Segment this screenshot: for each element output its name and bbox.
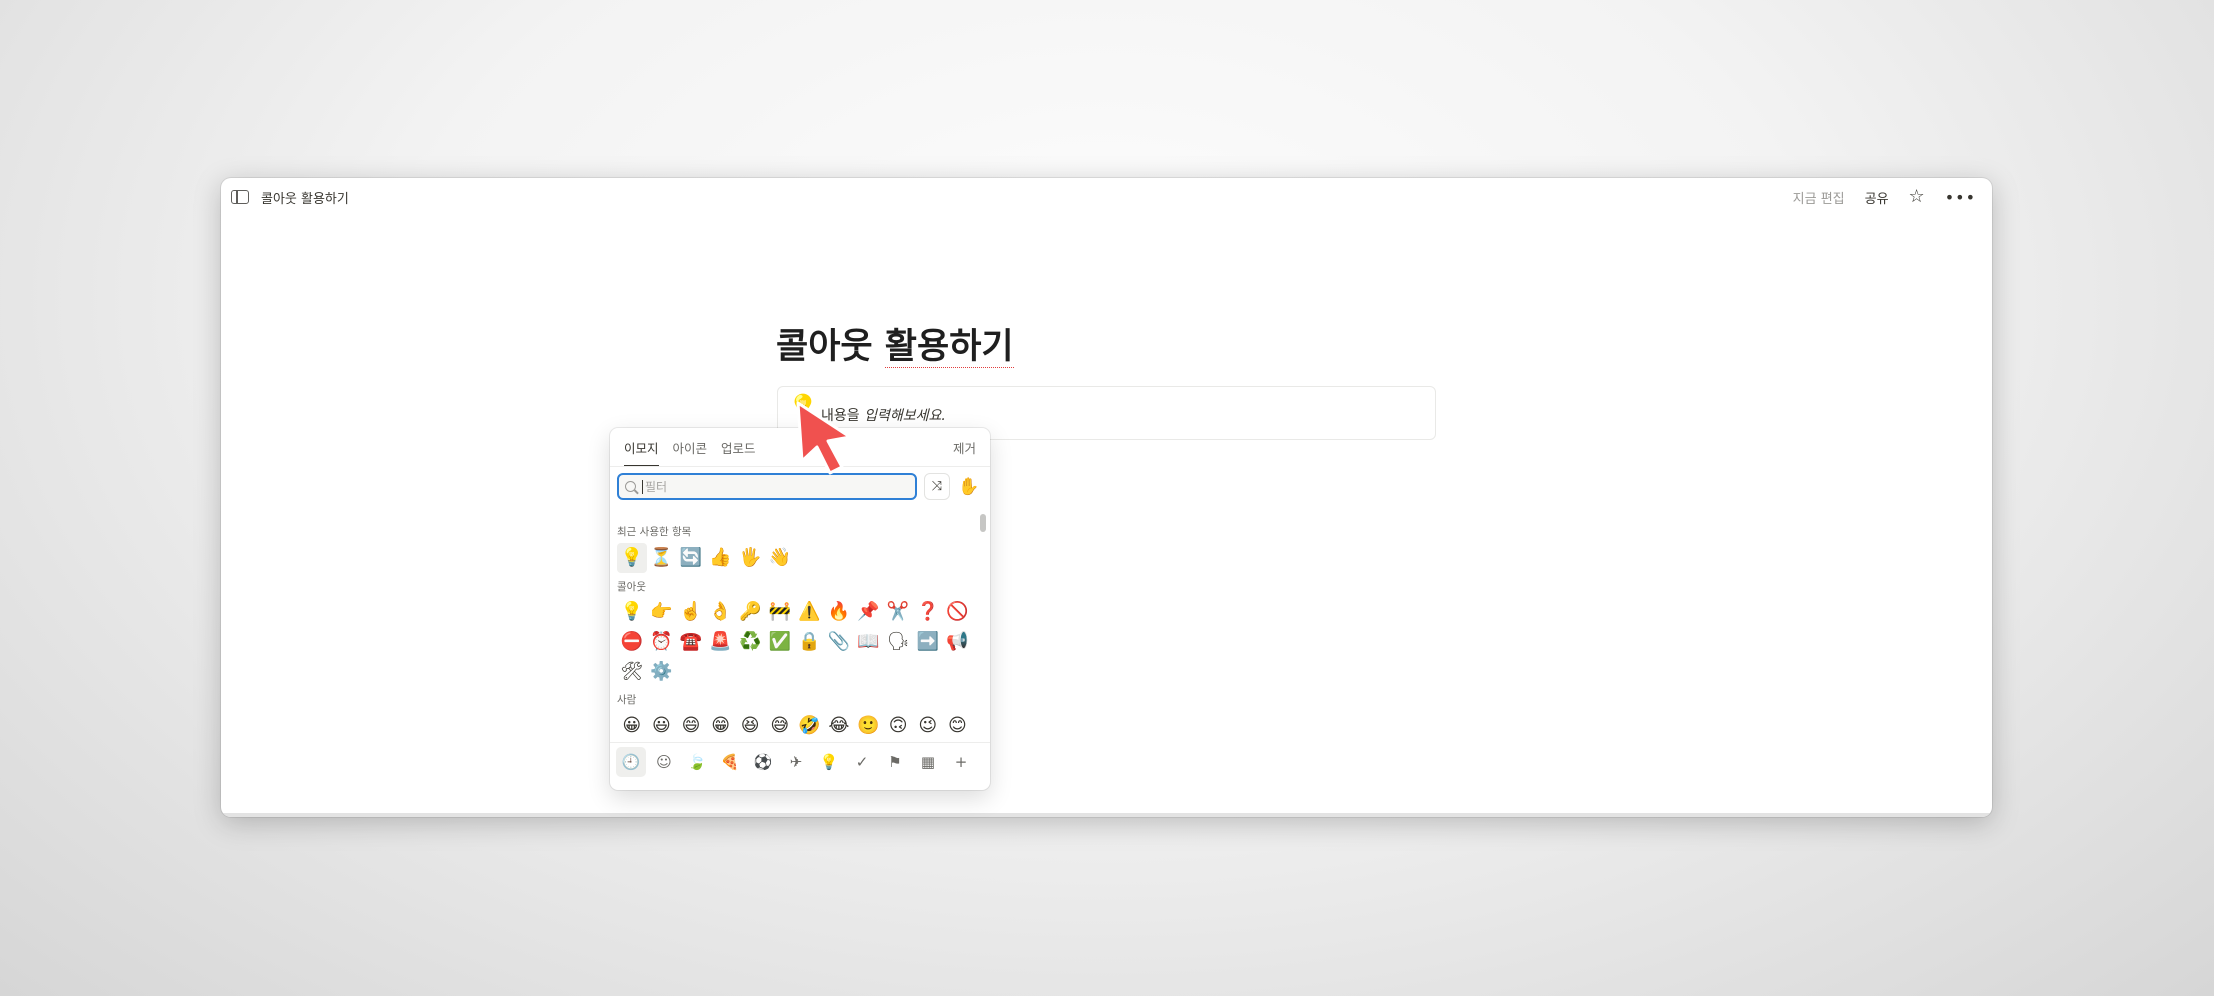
emoji-option[interactable]: 😆 [735, 711, 765, 740]
category-nature-icon[interactable]: 🍃 [682, 747, 712, 777]
emoji-option[interactable]: ♻️ [735, 627, 765, 657]
emoji-row-people: 😀 😃 😄 😁 😆 😅 🤣 😂 🙂 🙃 😉 😊 [617, 711, 977, 740]
emoji-option[interactable]: 👉 [647, 598, 677, 628]
share-button[interactable]: 공유 [1865, 188, 1889, 207]
emoji-option[interactable]: 💡 [617, 598, 647, 628]
emoji-option[interactable]: 😁 [706, 711, 736, 740]
callout-text-plain: 내용을 [821, 408, 865, 424]
category-food-icon[interactable]: 🍕 [715, 747, 745, 777]
filter-input[interactable] [642, 479, 882, 494]
emoji-option[interactable]: 💡 [617, 543, 647, 573]
category-symbols-icon[interactable]: ✓ [847, 747, 877, 777]
breadcrumb[interactable]: 콜아웃 활용하기 [261, 188, 349, 207]
category-flags-icon[interactable]: ⚑ [880, 747, 910, 777]
topbar: 콜아웃 활용하기 지금 편집 공유 ☆ ••• [221, 178, 1992, 216]
page-title[interactable]: 콜아웃 활용하기 [776, 318, 1014, 369]
emoji-option[interactable]: 📌 [854, 598, 884, 628]
star-icon[interactable]: ☆ [1909, 188, 1925, 206]
edited-status: 지금 편집 [1792, 191, 1845, 207]
emoji-option[interactable]: 😉 [913, 711, 943, 740]
search-icon [625, 481, 636, 492]
shuffle-button[interactable]: ⤨ [924, 473, 950, 500]
picker-tabs: 이모지 아이콘 업로드 [624, 438, 756, 467]
divider [610, 742, 990, 743]
emoji-option[interactable]: ✂️ [883, 598, 913, 628]
emoji-option[interactable]: ⚠️ [795, 598, 825, 628]
emoji-row-recent: 💡 ⏳ 🔄 👍 🖐 👋 [617, 543, 977, 573]
emoji-option[interactable]: ⛔ [617, 627, 647, 657]
emoji-option[interactable]: ⏳ [647, 543, 677, 573]
emoji-option[interactable]: ⏰ [647, 627, 677, 657]
category-recent-icon[interactable]: 🕘 [616, 747, 646, 777]
section-label-recent: 최근 사용한 항목 [617, 526, 692, 538]
emoji-option[interactable]: 🔒 [795, 627, 825, 657]
emoji-option[interactable]: 😃 [647, 711, 677, 740]
emoji-row-callout: 💡 👉 ☝️ 👌 🔑 🚧 ⚠️ 🔥 📌 ✂️ ❓ 🚫 ⛔ ⏰ ☎️ 🚨 ♻️ ✅ 🔒 📎 📖 🗣 ➡️ 📢 🛠 ⚙️ [617, 598, 977, 687]
category-add-icon[interactable]: + [946, 747, 976, 777]
emoji-option[interactable]: 😀 [617, 711, 647, 740]
page-title-misspelled-word: 활용하기 [884, 327, 1014, 368]
callout-text[interactable]: 내용을 입력해보세요. [821, 405, 946, 425]
emoji-option[interactable]: 🔑 [735, 598, 765, 628]
emoji-option[interactable]: 🖐 [735, 543, 765, 573]
emoji-option[interactable]: 🛠 [617, 657, 647, 687]
emoji-option[interactable]: 🙃 [883, 711, 913, 740]
tab-upload[interactable]: 업로드 [721, 438, 756, 467]
emoji-picker: 이모지 아이콘 업로드 제거 ⤨ ✋ 최근 사용한 항목 💡⏳🔄👍🖐👋 콜아웃 … [610, 428, 990, 790]
emoji-option[interactable]: ➡️ [913, 627, 943, 657]
emoji-option[interactable]: 👌 [706, 598, 736, 628]
callout-lightbulb-icon[interactable]: 💡 [788, 395, 818, 419]
emoji-option[interactable]: ✅ [765, 627, 795, 657]
category-objects-icon[interactable]: 💡 [814, 747, 844, 777]
divider [610, 466, 990, 467]
tab-emoji[interactable]: 이모지 [624, 438, 659, 467]
filter-field[interactable] [617, 473, 917, 500]
app-window: 콜아웃 활용하기 지금 편집 공유 ☆ ••• [221, 178, 1992, 817]
category-activity-icon[interactable]: ⚽ [748, 747, 778, 777]
emoji-option[interactable]: 🙂 [854, 711, 884, 740]
skin-tone-button[interactable]: ✋ [956, 473, 982, 500]
more-icon[interactable]: ••• [1945, 188, 1976, 207]
emoji-grid: 최근 사용한 항목 💡 ⏳ 🔄 👍 🖐 👋 콜아웃 💡 👉 ☝️ 👌 🔑 🚧 ⚠️ 🔥 📌 ✂️ ❓ 🚫 ⛔ ⏰ ☎️… [617, 518, 977, 740]
topbar-actions: 지금 편집 공유 ☆ ••• [1793, 188, 1982, 207]
sidebar-toggle-icon[interactable] [231, 190, 249, 204]
emoji-option[interactable]: 🚨 [706, 627, 736, 657]
emoji-option[interactable]: 🤣 [795, 711, 825, 740]
emoji-option[interactable]: ☎️ [676, 627, 706, 657]
emoji-option[interactable]: 🚫 [943, 598, 973, 628]
emoji-option[interactable]: 📎 [824, 627, 854, 657]
emoji-option[interactable]: 👋 [765, 543, 795, 573]
emoji-option[interactable]: 😂 [824, 711, 854, 740]
section-label-callout: 콜아웃 [617, 580, 646, 593]
category-bar: 🕘 ☺ 🍃 🍕 ⚽ ✈ 💡 ✓ ⚑ ▦ + [616, 747, 976, 777]
emoji-option[interactable]: ☝️ [676, 598, 706, 628]
emoji-option[interactable]: 😄 [676, 711, 706, 740]
scrollbar[interactable] [980, 514, 986, 532]
category-smiley-icon[interactable]: ☺ [649, 747, 679, 777]
category-custom-icon[interactable]: ▦ [913, 747, 943, 777]
emoji-option[interactable]: 🗣 [883, 627, 913, 657]
callout-text-italic: 입력해보세요. [864, 408, 946, 424]
window-bottom-edge [221, 813, 1992, 817]
tab-icon[interactable]: 아이콘 [673, 438, 708, 467]
emoji-option[interactable]: ⚙️ [647, 657, 677, 687]
emoji-option[interactable]: 👍 [706, 543, 736, 573]
emoji-option[interactable]: ❓ [913, 598, 943, 628]
section-label-people: 사람 [617, 694, 637, 707]
emoji-option[interactable]: 🚧 [765, 598, 795, 628]
emoji-option[interactable]: 🔄 [676, 543, 706, 573]
emoji-option[interactable]: 😊 [943, 711, 973, 740]
category-travel-icon[interactable]: ✈ [781, 747, 811, 777]
emoji-option[interactable]: 🔥 [824, 598, 854, 628]
remove-button[interactable]: 제거 [953, 438, 976, 457]
page-title-word: 콜아웃 [776, 327, 885, 367]
emoji-option[interactable]: 📢 [943, 627, 973, 657]
emoji-option[interactable]: 😅 [765, 711, 795, 740]
emoji-option[interactable]: 📖 [854, 627, 884, 657]
